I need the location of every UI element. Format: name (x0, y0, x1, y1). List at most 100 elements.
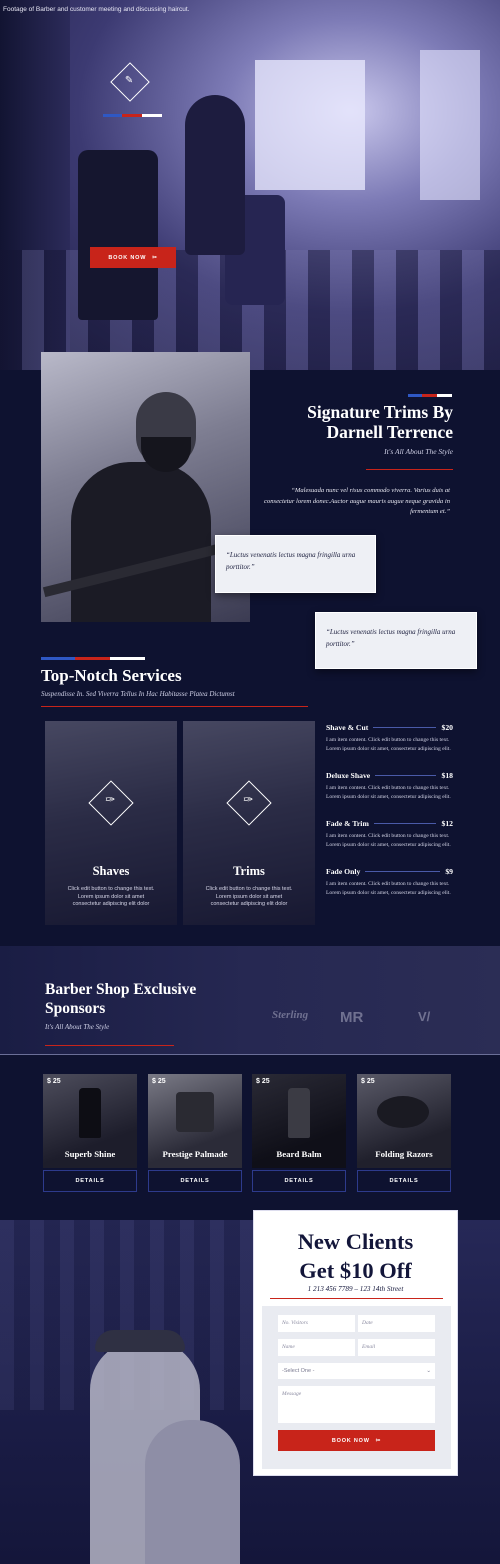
red-underline (45, 1045, 174, 1046)
sponsors-section: Barber Shop Exclusive Sponsors It's All … (0, 946, 500, 1055)
submit-label: BOOK NOW (331, 1437, 370, 1444)
product-name: Beard Balm (276, 1149, 322, 1159)
product-price: $ 25 (47, 1078, 61, 1085)
price-leader (375, 775, 437, 776)
product-image: $ 25 Folding Razors (357, 1074, 451, 1168)
product-bottle (288, 1088, 310, 1138)
tricolor-divider (408, 394, 452, 397)
scissors-icon: ✂ (375, 1437, 382, 1444)
sponsor-logo: Sterling (272, 1009, 309, 1021)
price-item: Deluxe Shave $18 I am item content. Click… (326, 771, 453, 802)
details-button[interactable]: DETAILS (43, 1170, 137, 1192)
sponsors-subtitle: It's All About The Style (45, 1023, 110, 1031)
signature-title: Signature Trims By Darnell Terrence (260, 402, 453, 442)
signature-title-line1: Signature Trims By (307, 402, 453, 422)
barber-chair-front (78, 150, 158, 320)
signature-quote: “Malesuada nunc vel risus commodo viverr… (264, 487, 450, 515)
scissors-icon: ✂ (152, 254, 158, 261)
service-tile-trims[interactable]: ✑ Trims Click edit button to change this… (183, 721, 315, 925)
service-tile-shaves[interactable]: ✑ Shaves Click edit button to change thi… (45, 721, 177, 925)
price-leader (373, 823, 437, 824)
sponsors-title: Barber Shop Exclusive Sponsors (45, 980, 196, 1018)
booking-form: No. Visitors Date Name Email -Select One… (262, 1306, 451, 1469)
product-bottle (79, 1088, 101, 1138)
tile-name: Trims (233, 864, 265, 878)
sponsors-title-line1: Barber Shop Exclusive (45, 981, 197, 998)
product-price: $ 25 (152, 1078, 166, 1085)
service-select[interactable]: -Select One - ⌄ (278, 1363, 435, 1379)
barber-silhouette (185, 95, 245, 255)
product-image: $ 25 Beard Balm (252, 1074, 346, 1168)
hero-window-light (420, 50, 480, 200)
razor-logo-icon: ✎ (110, 62, 150, 102)
product-name: Folding Razors (375, 1149, 433, 1159)
price-item-desc: I am item content. Click edit button to … (326, 833, 451, 849)
chevron-down-icon: ⌄ (426, 1368, 431, 1374)
price-leader (373, 727, 437, 728)
testimonial-card: “Luctus venenatis lectus magna fringilla… (215, 535, 376, 593)
price-item: Fade & Trim $12 I am item content. Click … (326, 819, 453, 850)
details-button[interactable]: DETAILS (252, 1170, 346, 1192)
offer-contact: 1 213 456 7789 – 123 14th Street (307, 1285, 404, 1293)
price-item-price: $9 (445, 867, 453, 876)
sponsor-logo: V/ (418, 1009, 431, 1024)
product-card: $ 25 Superb Shine DETAILS (43, 1074, 137, 1192)
hero-door-light (255, 60, 365, 190)
email-field[interactable]: Email (358, 1339, 435, 1356)
visitors-field[interactable]: No. Visitors (278, 1315, 355, 1332)
hero-caption: Footage of Barber and customer meeting a… (3, 6, 190, 13)
offer-title-line2: Get $10 Off (299, 1258, 412, 1283)
price-item: Fade Only $9 I am item content. Click edi… (326, 867, 453, 898)
name-field[interactable]: Name (278, 1339, 355, 1356)
signature-subtitle: It's All About The Style (384, 447, 453, 456)
tile-name: Shaves (92, 864, 130, 878)
tricolor-divider (103, 114, 162, 117)
hero-section: Footage of Barber and customer meeting a… (0, 0, 500, 370)
product-jar (176, 1092, 214, 1132)
offer-title: New Clients Get $10 Off (254, 1227, 457, 1285)
new-clients-offer-box: New Clients Get $10 Off 1 213 456 7789 –… (253, 1210, 458, 1476)
price-item-name: Shave & Cut (326, 723, 369, 732)
product-name: Prestige Palmade (162, 1149, 228, 1159)
red-underline (270, 1298, 443, 1299)
sponsors-title-line2: Sponsors (45, 1000, 106, 1017)
price-item-desc: I am item content. Click edit button to … (326, 881, 451, 897)
red-underline (366, 469, 453, 470)
product-image: $ 25 Prestige Palmade (148, 1074, 242, 1168)
book-now-submit-button[interactable]: BOOK NOW ✂ (278, 1430, 435, 1451)
tile-description: Click edit button to change this text. L… (67, 886, 155, 907)
barber-hat (95, 1330, 185, 1352)
price-item-name: Fade Only (326, 867, 361, 876)
sponsor-logo: MR (340, 1009, 364, 1026)
tricolor-divider (41, 657, 145, 660)
price-item-desc: I am item content. Click edit button to … (326, 737, 451, 753)
offer-title-line1: New Clients (297, 1229, 414, 1254)
product-card: $ 25 Folding Razors DETAILS (357, 1074, 451, 1192)
price-item: Shave & Cut $20 I am item content. Click … (326, 723, 453, 754)
services-title: Top-Notch Services (41, 666, 182, 685)
details-button[interactable]: DETAILS (357, 1170, 451, 1192)
book-now-label: BOOK NOW (108, 254, 147, 261)
client-figure (145, 1420, 240, 1564)
portrait-torso (71, 462, 211, 622)
price-item-price: $18 (441, 771, 453, 780)
signature-title-line2: Darnell Terrence (326, 422, 453, 442)
price-item-price: $12 (441, 819, 453, 828)
details-button[interactable]: DETAILS (148, 1170, 242, 1192)
price-leader (365, 871, 441, 872)
tile-description: Click edit button to change this text. L… (205, 886, 293, 907)
price-item-name: Deluxe Shave (326, 771, 371, 780)
message-field[interactable]: Message (278, 1386, 435, 1423)
date-field[interactable]: Date (358, 1315, 435, 1332)
services-subtitle: Suspendisse In. Sed Viverra Tellus In Ha… (41, 690, 235, 698)
testimonial-card: “Luctus venenatis lectus magna fringilla… (315, 612, 477, 669)
product-price: $ 25 (256, 1078, 270, 1085)
select-value: -Select One - (282, 1368, 315, 1374)
product-card: $ 25 Beard Balm DETAILS (252, 1074, 346, 1192)
book-now-button[interactable]: BOOK NOW ✂ (90, 247, 176, 268)
price-item-name: Fade & Trim (326, 819, 369, 828)
price-item-desc: I am item content. Click edit button to … (326, 785, 451, 801)
product-name: Superb Shine (64, 1149, 116, 1159)
price-item-price: $20 (441, 723, 453, 732)
product-card: $ 25 Prestige Palmade DETAILS (148, 1074, 242, 1192)
